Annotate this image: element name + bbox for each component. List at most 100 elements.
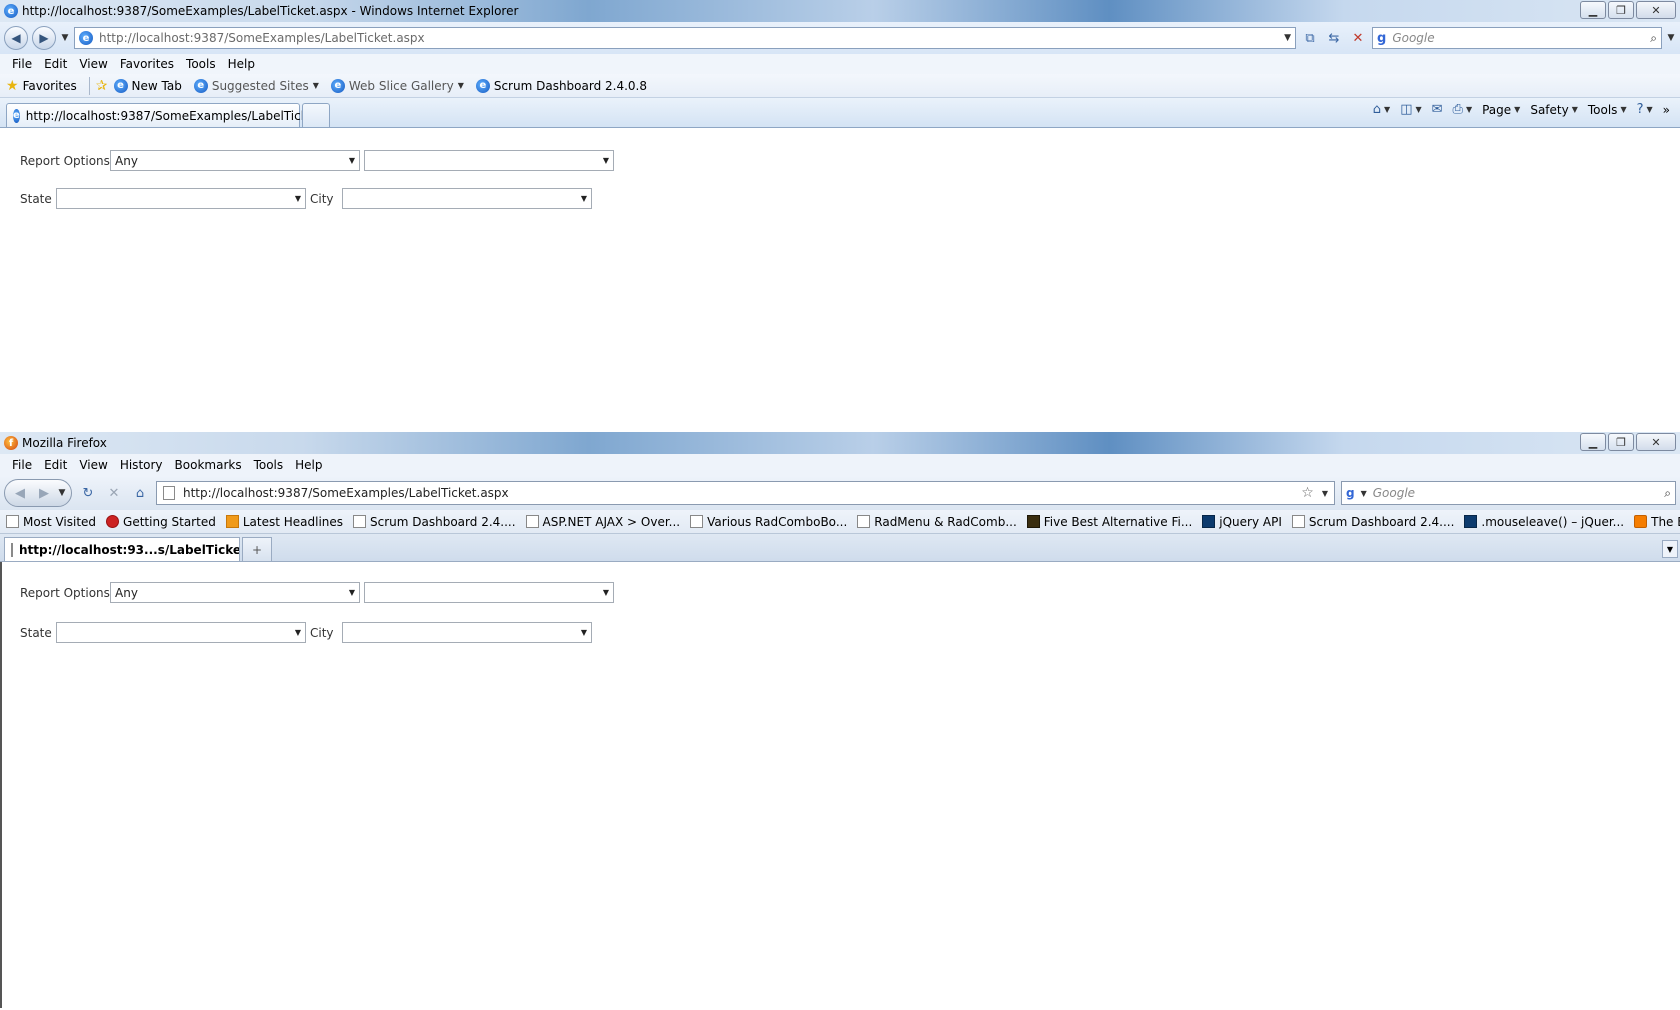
- bookmark-getting-started[interactable]: Getting Started: [104, 515, 222, 529]
- back-button[interactable]: ◀: [4, 26, 28, 50]
- safety-menu-button[interactable]: Safety ▼: [1530, 103, 1578, 117]
- minimize-icon[interactable]: ▁: [1580, 433, 1606, 451]
- tab-ie-icon: e: [13, 108, 20, 123]
- menu-help[interactable]: Help: [289, 458, 328, 472]
- state-select[interactable]: ▼: [56, 188, 306, 209]
- menu-favorites[interactable]: Favorites: [114, 57, 180, 71]
- ie-address-bar[interactable]: e http://localhost:9387/SomeExamples/Lab…: [74, 27, 1296, 49]
- city-select[interactable]: ▼: [342, 188, 592, 209]
- report-options-second-select[interactable]: ▼: [364, 150, 614, 171]
- printer-icon: ⎙: [1452, 102, 1463, 117]
- search-icon[interactable]: ⌕: [1664, 486, 1671, 501]
- bookmark-mouseleave[interactable]: .mouseleave() – jQuer...: [1462, 515, 1630, 529]
- address-dropdown-icon[interactable]: ▼: [1322, 489, 1328, 498]
- ff-window-controls: ▁ ❐ ✕: [1580, 433, 1676, 451]
- restore-icon[interactable]: ❐: [1608, 1, 1634, 19]
- report-options-select[interactable]: Any ▼: [110, 582, 360, 603]
- page-menu-label: Page: [1482, 102, 1512, 117]
- bookmark-radmenu[interactable]: RadMenu & RadComb...: [855, 515, 1023, 529]
- menu-file[interactable]: File: [6, 458, 38, 472]
- state-city-row: State ▼ City ▼: [20, 188, 592, 209]
- forward-button[interactable]: ▶: [33, 482, 55, 504]
- page-icon: [353, 515, 367, 528]
- fav-item-label: Suggested Sites: [211, 78, 309, 93]
- stop-icon[interactable]: ✕: [1348, 28, 1368, 48]
- history-dropdown-icon[interactable]: ▼: [57, 488, 67, 498]
- page-icon: [525, 515, 539, 528]
- page-icon: [11, 542, 13, 557]
- fav-item-scrum-dashboard[interactable]: e Scrum Dashboard 2.4.0.8: [475, 78, 653, 93]
- search-icon[interactable]: ⌕: [1650, 31, 1657, 46]
- menu-view[interactable]: View: [73, 458, 113, 472]
- page-menu-button[interactable]: Page ▼: [1482, 103, 1520, 117]
- help-button[interactable]: ? ▼: [1637, 102, 1653, 117]
- compatibility-view-icon[interactable]: ⧉: [1300, 28, 1320, 48]
- bookmark-label: .mouseleave() – jQuer...: [1481, 514, 1625, 529]
- address-dropdown-icon[interactable]: ▼: [1284, 33, 1291, 43]
- menu-tools[interactable]: Tools: [248, 458, 290, 472]
- fav-item-label: Scrum Dashboard 2.4.0.8: [493, 78, 648, 93]
- fav-item-new-tab[interactable]: e New Tab: [113, 78, 188, 93]
- menu-tools[interactable]: Tools: [180, 57, 222, 71]
- ff-search-box[interactable]: g ▼ Google ⌕: [1341, 481, 1676, 505]
- close-icon[interactable]: ✕: [1636, 433, 1676, 451]
- menu-file[interactable]: File: [6, 57, 38, 71]
- bookmark-star-icon[interactable]: ☆: [1301, 485, 1314, 501]
- menu-help[interactable]: Help: [222, 57, 261, 71]
- search-options-dropdown-icon[interactable]: ▼: [1666, 33, 1676, 43]
- close-icon[interactable]: ✕: [1636, 1, 1676, 19]
- city-select[interactable]: ▼: [342, 622, 592, 643]
- ff-new-tab-button[interactable]: +: [242, 537, 272, 561]
- ie-window: e http://localhost:9387/SomeExamples/Lab…: [0, 0, 1680, 432]
- chevron-down-icon: ▼: [348, 156, 355, 165]
- overflow-chevron-icon[interactable]: »: [1663, 103, 1670, 117]
- state-select[interactable]: ▼: [56, 622, 306, 643]
- home-icon[interactable]: ⌂: [130, 483, 150, 503]
- bookmark-scrum-dashboard[interactable]: Scrum Dashboard 2.4....: [351, 515, 522, 529]
- ff-active-tab[interactable]: http://localhost:93...s/LabelTicket.aspx: [4, 537, 240, 561]
- feeds-button[interactable]: ◫ ▼: [1400, 102, 1421, 117]
- menu-bookmarks[interactable]: Bookmarks: [169, 458, 248, 472]
- ie-active-tab[interactable]: e http://localhost:9387/SomeExamples/Lab…: [6, 103, 331, 127]
- ie-command-bar: ⌂ ▼ ◫ ▼ ✉ ⎙ ▼ Page ▼ Safety ▼ Tools ▼ ? ▼ »: [1373, 102, 1670, 117]
- bookmark-most-visited[interactable]: Most Visited: [4, 515, 102, 529]
- reload-icon[interactable]: ↻: [78, 483, 98, 503]
- bookmark-label: jQuery API: [1219, 514, 1282, 529]
- ie-search-box[interactable]: g Google ⌕: [1372, 27, 1662, 49]
- bookmark-five-best[interactable]: Five Best Alternative Fi...: [1025, 515, 1199, 529]
- bookmark-aspnet-ajax[interactable]: ASP.NET AJAX > Over...: [524, 515, 687, 529]
- menu-edit[interactable]: Edit: [38, 458, 73, 472]
- restore-icon[interactable]: ❐: [1608, 433, 1634, 451]
- refresh-icon[interactable]: ⇆: [1324, 28, 1344, 48]
- bookmark-latest-headlines[interactable]: Latest Headlines: [224, 515, 349, 529]
- menu-edit[interactable]: Edit: [38, 57, 73, 71]
- mail-button[interactable]: ✉: [1432, 102, 1443, 117]
- bookmark-various-radcombo[interactable]: Various RadComboBo...: [688, 515, 853, 529]
- page-ie-icon: e: [79, 31, 93, 45]
- search-engine-dropdown-icon[interactable]: ▼: [1361, 489, 1367, 498]
- report-options-select[interactable]: Any ▼: [110, 150, 360, 171]
- page-icon: [163, 486, 175, 500]
- tools-menu-button[interactable]: Tools ▼: [1588, 103, 1627, 117]
- bookmark-english-blog[interactable]: The English Blog: Gra...: [1632, 515, 1680, 529]
- favorites-button[interactable]: ★ Favorites: [6, 78, 83, 94]
- ff-search-placeholder: Google: [1372, 486, 1416, 500]
- menu-view[interactable]: View: [73, 57, 113, 71]
- home-button[interactable]: ⌂ ▼: [1373, 102, 1390, 117]
- fav-item-suggested-sites[interactable]: e Suggested Sites ▼: [193, 78, 325, 93]
- ff-address-bar[interactable]: http://localhost:9387/SomeExamples/Label…: [156, 481, 1335, 505]
- list-all-tabs-icon[interactable]: ▼: [1662, 540, 1678, 558]
- add-to-favorites-bar-icon[interactable]: ✰: [96, 78, 108, 94]
- back-button[interactable]: ◀: [9, 482, 31, 504]
- bookmark-jquery-api[interactable]: jQuery API: [1200, 515, 1288, 529]
- forward-button[interactable]: ▶: [32, 26, 56, 50]
- history-dropdown-icon[interactable]: ▼: [60, 33, 70, 43]
- ie-new-tab-button[interactable]: [302, 103, 330, 127]
- minimize-icon[interactable]: ▁: [1580, 1, 1606, 19]
- report-options-second-select[interactable]: ▼: [364, 582, 614, 603]
- menu-history[interactable]: History: [114, 458, 169, 472]
- print-button[interactable]: ⎙ ▼: [1453, 102, 1473, 117]
- stop-icon[interactable]: ✕: [104, 483, 124, 503]
- bookmark-scrum-dashboard-2[interactable]: Scrum Dashboard 2.4....: [1290, 515, 1461, 529]
- fav-item-web-slice-gallery[interactable]: e Web Slice Gallery ▼: [330, 78, 470, 93]
